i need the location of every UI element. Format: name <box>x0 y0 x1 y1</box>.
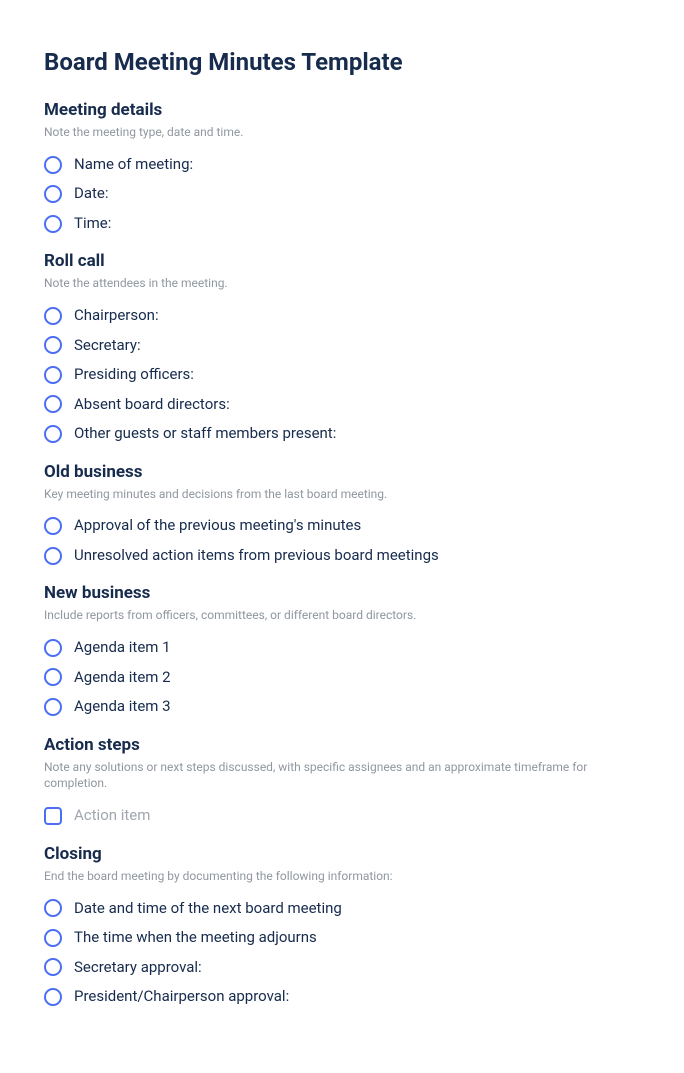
radio-icon[interactable] <box>44 929 62 947</box>
radio-icon[interactable] <box>44 517 62 535</box>
item-label: Action item <box>74 806 150 826</box>
item-label: Other guests or staff members present: <box>74 424 336 444</box>
section: Action steps Note any solutions or next s… <box>44 735 640 826</box>
checkbox-icon[interactable] <box>44 807 62 825</box>
section: Roll call Note the attendees in the meeti… <box>44 251 640 443</box>
list-item[interactable]: Chairperson: <box>44 306 640 326</box>
radio-icon[interactable] <box>44 156 62 174</box>
section-description: Note any solutions or next steps discuss… <box>44 759 640 793</box>
radio-icon[interactable] <box>44 395 62 413</box>
section-description: Include reports from officers, committee… <box>44 607 640 624</box>
list-item[interactable]: Name of meeting: <box>44 155 640 175</box>
list-item[interactable]: Agenda item 2 <box>44 668 640 688</box>
section-title: Action steps <box>44 735 640 755</box>
item-label: Date: <box>74 184 109 204</box>
radio-icon[interactable] <box>44 547 62 565</box>
list-item[interactable]: Secretary approval: <box>44 958 640 978</box>
radio-icon[interactable] <box>44 336 62 354</box>
list-item[interactable]: Presiding officers: <box>44 365 640 385</box>
radio-icon[interactable] <box>44 899 62 917</box>
item-label: Unresolved action items from previous bo… <box>74 546 439 566</box>
item-label: Chairperson: <box>74 306 159 326</box>
section: Old business Key meeting minutes and deci… <box>44 462 640 566</box>
section-title: Closing <box>44 844 640 864</box>
page-title: Board Meeting Minutes Template <box>44 48 640 76</box>
section-description: Note the meeting type, date and time. <box>44 124 640 141</box>
item-label: Name of meeting: <box>74 155 193 175</box>
item-label: Approval of the previous meeting's minut… <box>74 516 361 536</box>
list-item[interactable]: Agenda item 1 <box>44 638 640 658</box>
list-item[interactable]: Absent board directors: <box>44 395 640 415</box>
item-label: The time when the meeting adjourns <box>74 928 317 948</box>
list-item[interactable]: Date and time of the next board meeting <box>44 899 640 919</box>
radio-icon[interactable] <box>44 698 62 716</box>
item-label: Absent board directors: <box>74 395 230 415</box>
list-item[interactable]: The time when the meeting adjourns <box>44 928 640 948</box>
list-item[interactable]: Time: <box>44 214 640 234</box>
list-item[interactable]: Action item <box>44 806 640 826</box>
radio-icon[interactable] <box>44 366 62 384</box>
section-description: End the board meeting by documenting the… <box>44 868 640 885</box>
section-title: Meeting details <box>44 100 640 120</box>
section: Closing End the board meeting by document… <box>44 844 640 1007</box>
item-label: Agenda item 2 <box>74 668 171 688</box>
radio-icon[interactable] <box>44 639 62 657</box>
radio-icon[interactable] <box>44 668 62 686</box>
section: New business Include reports from officer… <box>44 583 640 716</box>
section-description: Key meeting minutes and decisions from t… <box>44 486 640 503</box>
item-label: Agenda item 1 <box>74 638 171 658</box>
radio-icon[interactable] <box>44 215 62 233</box>
item-label: Presiding officers: <box>74 365 194 385</box>
section: Meeting details Note the meeting type, da… <box>44 100 640 233</box>
item-label: Secretary: <box>74 336 141 356</box>
item-label: President/Chairperson approval: <box>74 987 289 1007</box>
item-label: Date and time of the next board meeting <box>74 899 342 919</box>
list-item[interactable]: Approval of the previous meeting's minut… <box>44 516 640 536</box>
list-item[interactable]: Agenda item 3 <box>44 697 640 717</box>
radio-icon[interactable] <box>44 307 62 325</box>
list-item[interactable]: Date: <box>44 184 640 204</box>
section-description: Note the attendees in the meeting. <box>44 275 640 292</box>
radio-icon[interactable] <box>44 425 62 443</box>
item-label: Agenda item 3 <box>74 697 171 717</box>
section-title: New business <box>44 583 640 603</box>
list-item[interactable]: Other guests or staff members present: <box>44 424 640 444</box>
list-item[interactable]: Unresolved action items from previous bo… <box>44 546 640 566</box>
radio-icon[interactable] <box>44 958 62 976</box>
list-item[interactable]: President/Chairperson approval: <box>44 987 640 1007</box>
list-item[interactable]: Secretary: <box>44 336 640 356</box>
item-label: Secretary approval: <box>74 958 202 978</box>
item-label: Time: <box>74 214 111 234</box>
section-title: Old business <box>44 462 640 482</box>
section-title: Roll call <box>44 251 640 271</box>
radio-icon[interactable] <box>44 185 62 203</box>
radio-icon[interactable] <box>44 988 62 1006</box>
